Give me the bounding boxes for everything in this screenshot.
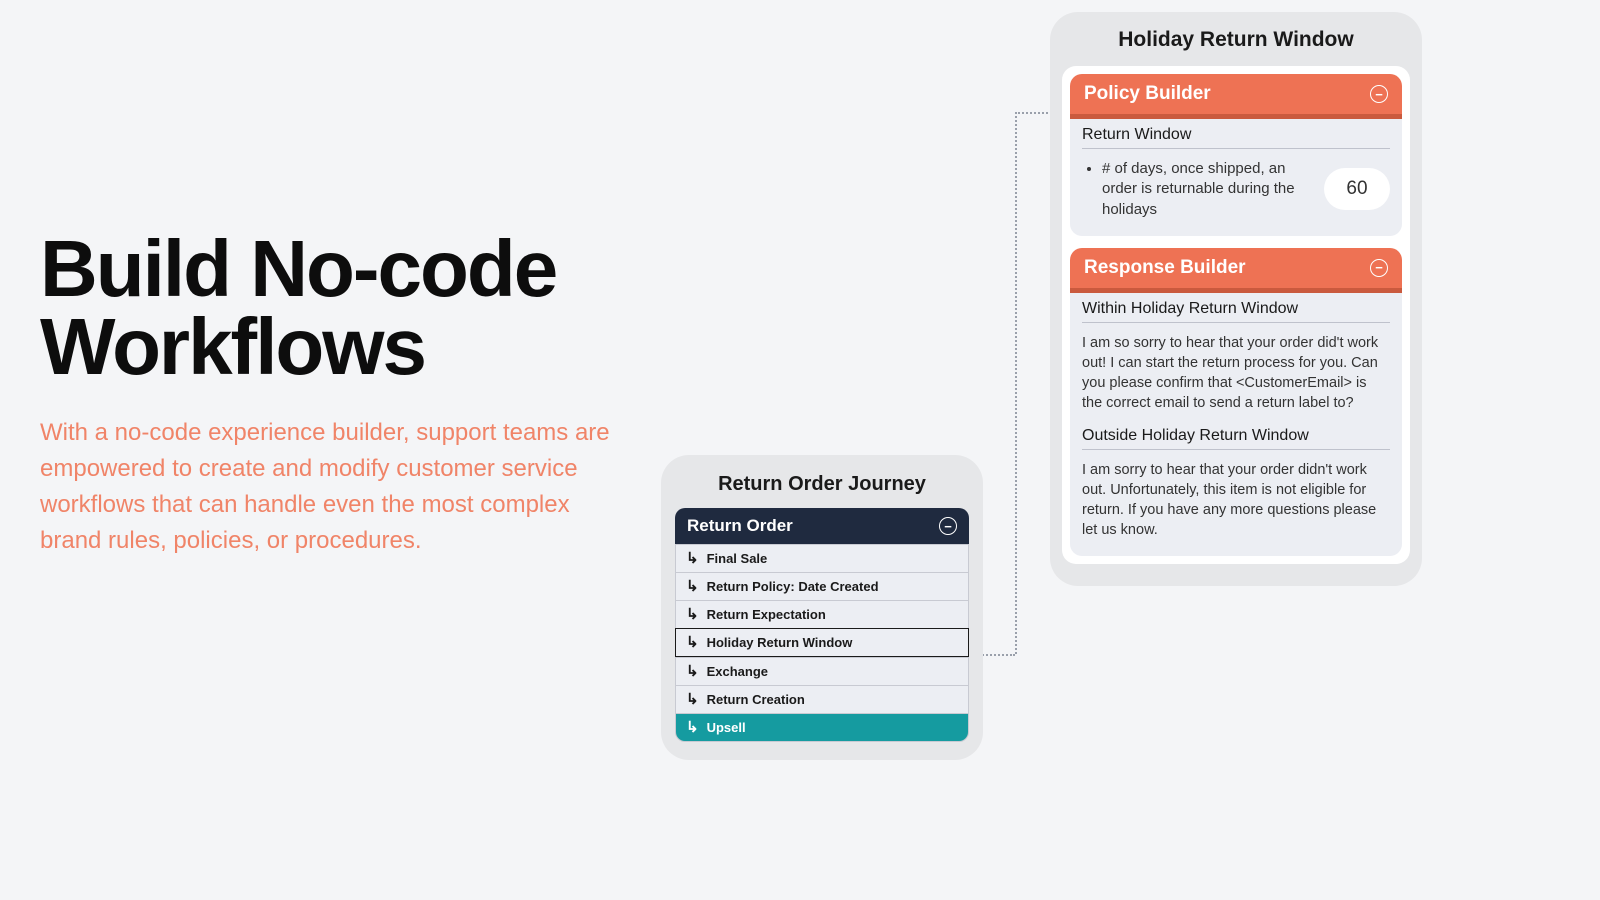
connector-line bbox=[1015, 112, 1017, 654]
sub-arrow-icon: ↳ bbox=[686, 551, 699, 566]
sub-arrow-icon: ↳ bbox=[686, 720, 699, 735]
journey-step[interactable]: ↳ Holiday Return Window bbox=[675, 628, 969, 657]
collapse-icon[interactable]: − bbox=[1370, 259, 1388, 277]
response-builder-title: Response Builder bbox=[1084, 257, 1246, 279]
policy-builder-title: Policy Builder bbox=[1084, 83, 1211, 105]
detail-card: Holiday Return Window Policy Builder − R… bbox=[1050, 12, 1422, 586]
journey-step-label: Exchange bbox=[707, 664, 768, 679]
sub-arrow-icon: ↳ bbox=[686, 607, 699, 622]
response-within-label: Within Holiday Return Window bbox=[1082, 300, 1390, 323]
detail-card-title: Holiday Return Window bbox=[1062, 28, 1410, 52]
journey-step-label: Return Creation bbox=[707, 692, 805, 707]
sub-arrow-icon: ↳ bbox=[686, 692, 699, 707]
journey-step-label: Return Expectation bbox=[707, 607, 826, 622]
policy-builder-header[interactable]: Policy Builder − bbox=[1070, 74, 1402, 114]
journey-step[interactable]: ↳ Upsell bbox=[675, 713, 969, 742]
journey-step-label: Holiday Return Window bbox=[707, 635, 853, 650]
journey-header-label: Return Order bbox=[687, 516, 793, 536]
hero-section: Build No-code Workflows With a no-code e… bbox=[40, 230, 620, 559]
detail-body: Policy Builder − Return Window # of days… bbox=[1062, 66, 1410, 564]
policy-builder-body: Return Window # of days, once shipped, a… bbox=[1070, 114, 1402, 236]
collapse-icon[interactable]: − bbox=[1370, 85, 1388, 103]
response-builder-body: Within Holiday Return Window I am so sor… bbox=[1070, 288, 1402, 556]
journey-step-label: Upsell bbox=[707, 720, 746, 735]
journey-step[interactable]: ↳ Return Policy: Date Created bbox=[675, 572, 969, 600]
journey-card-title: Return Order Journey bbox=[675, 473, 969, 496]
response-builder-header[interactable]: Response Builder − bbox=[1070, 248, 1402, 288]
journey-step[interactable]: ↳ Return Expectation bbox=[675, 600, 969, 628]
policy-bullet: # of days, once shipped, an order is ret… bbox=[1102, 159, 1306, 220]
sub-arrow-icon: ↳ bbox=[686, 635, 699, 650]
response-outside-text: I am sorry to hear that your order didn'… bbox=[1082, 460, 1390, 540]
collapse-icon[interactable]: − bbox=[939, 517, 957, 535]
journey-step[interactable]: ↳ Return Creation bbox=[675, 685, 969, 713]
journey-step[interactable]: ↳ Exchange bbox=[675, 657, 969, 685]
journey-step-label: Return Policy: Date Created bbox=[707, 579, 879, 594]
sub-arrow-icon: ↳ bbox=[686, 579, 699, 594]
hero-subtitle: With a no-code experience builder, suppo… bbox=[40, 415, 620, 559]
journey-card: Return Order Journey Return Order − ↳ Fin… bbox=[661, 455, 983, 760]
response-within-text: I am so sorry to hear that your order di… bbox=[1082, 333, 1390, 413]
sub-arrow-icon: ↳ bbox=[686, 664, 699, 679]
policy-section-label: Return Window bbox=[1082, 126, 1390, 149]
journey-header[interactable]: Return Order − bbox=[675, 508, 969, 544]
hero-title: Build No-code Workflows bbox=[40, 230, 620, 387]
response-outside-label: Outside Holiday Return Window bbox=[1082, 427, 1390, 450]
journey-step-label: Final Sale bbox=[707, 551, 768, 566]
journey-step[interactable]: ↳ Final Sale bbox=[675, 544, 969, 572]
policy-days-value[interactable]: 60 bbox=[1324, 168, 1390, 210]
